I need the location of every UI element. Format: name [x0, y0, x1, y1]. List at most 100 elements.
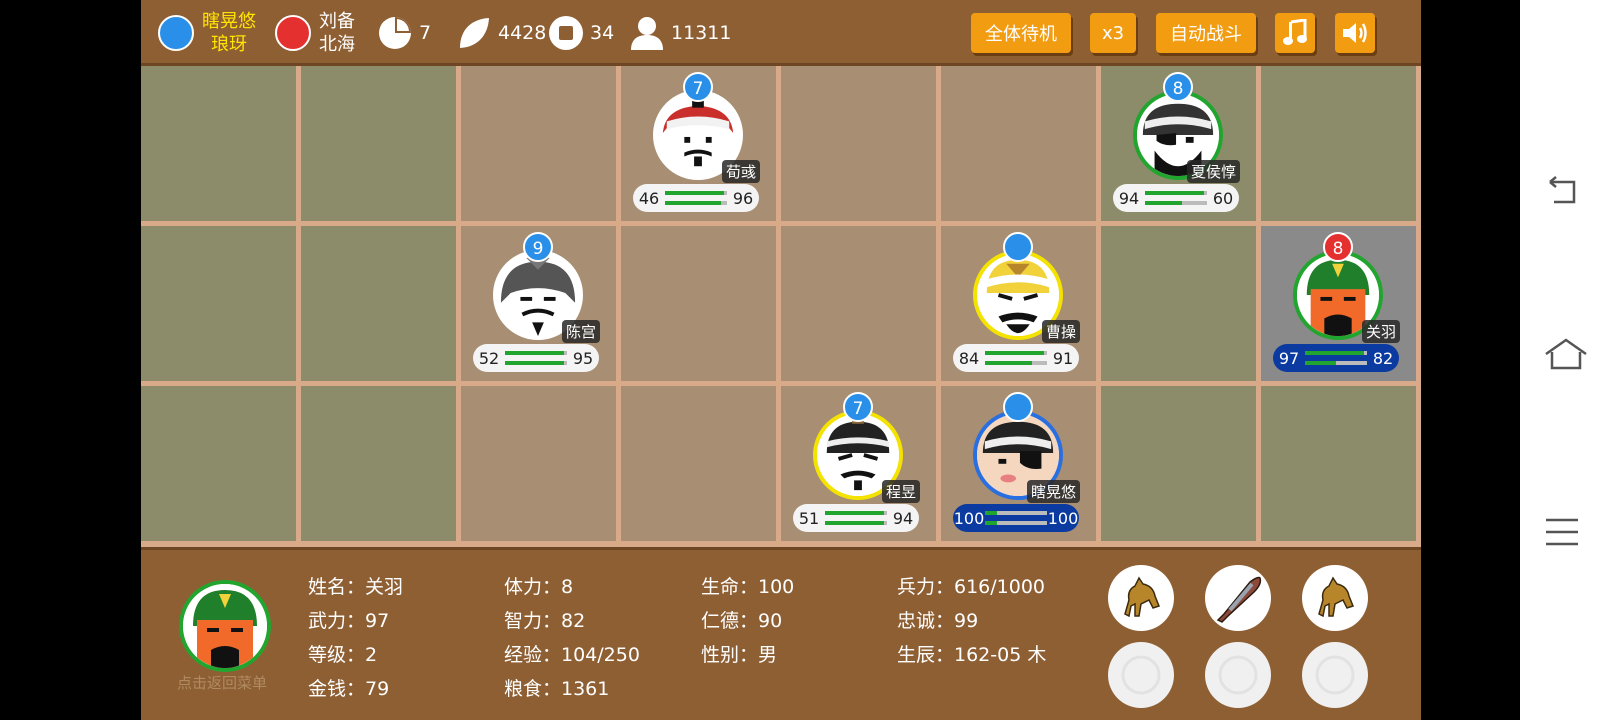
empty-slot-icon: [1218, 655, 1258, 695]
horse-icon: [1124, 576, 1160, 618]
board-cell[interactable]: [141, 66, 296, 221]
unit-6[interactable]: 7 程昱 51 94: [793, 392, 923, 537]
item-slot-horse[interactable]: [1108, 565, 1174, 631]
info-grain: 粮食：1361: [504, 678, 610, 700]
enemy-faction[interactable]: 刘备 北海: [275, 0, 355, 66]
item-slot-sword[interactable]: [1205, 565, 1271, 631]
coin-icon: [548, 15, 584, 51]
item-slot-empty-1[interactable]: [1108, 642, 1174, 708]
unit-stat-bar: 51 94: [793, 504, 919, 532]
unit-force-value: 100: [953, 508, 985, 528]
board-cell[interactable]: [141, 226, 296, 381]
speed-button[interactable]: x3: [1090, 13, 1136, 53]
unit-stat-bar: 97 82: [1273, 344, 1399, 372]
music-button[interactable]: [1275, 13, 1315, 53]
unit-mp-bar: [665, 201, 727, 205]
gold-value: 34: [590, 22, 615, 44]
unit-mp-bar: [985, 361, 1047, 365]
board-cell[interactable]: [781, 66, 936, 221]
board-cell[interactable]: [301, 66, 456, 221]
unit-5[interactable]: 8 关羽 97 82: [1273, 232, 1403, 377]
food-value: 4428: [498, 22, 547, 44]
unit-bars: [825, 511, 887, 525]
info-gender: 性别：男: [701, 644, 778, 666]
unit-bars: [505, 351, 567, 365]
unit-7[interactable]: 瞎晃悠 100 100: [953, 392, 1083, 537]
person-icon: [629, 15, 665, 51]
info-force: 武力：97: [308, 610, 390, 632]
unit-mp-bar: [825, 521, 887, 525]
recents-button[interactable]: [1544, 514, 1580, 550]
info-birth: 生辰：162-05 木: [897, 644, 1047, 666]
unit-force-value: 84: [958, 348, 980, 368]
unit-force-value: 46: [638, 188, 660, 208]
board-cell[interactable]: [621, 386, 776, 541]
sound-button[interactable]: [1335, 13, 1375, 53]
music-note-icon: [1283, 19, 1307, 45]
return-menu-hint[interactable]: 点击返回菜单: [177, 672, 267, 693]
selected-general-portrait[interactable]: [179, 580, 271, 672]
unit-mp-bar: [1305, 361, 1367, 365]
empty-slot-icon: [1315, 655, 1355, 695]
unit-1[interactable]: 7 荀彧 46 96: [633, 72, 763, 217]
auto-battle-button[interactable]: 自动战斗: [1156, 13, 1256, 53]
board-cell[interactable]: [1261, 386, 1416, 541]
battle-board: 7 荀彧 46 96 8 夏侯惇 94 60 9 陈宫 52 95 曹操 84 91 8 关羽 97 82 7 程昱 51…: [141, 66, 1421, 547]
board-cell[interactable]: [1261, 66, 1416, 221]
item-slot-empty-2[interactable]: [1205, 642, 1271, 708]
board-cell[interactable]: [1101, 386, 1256, 541]
board-cell[interactable]: [461, 66, 616, 221]
board-cell[interactable]: [301, 226, 456, 381]
unit-hp-bar: [1305, 351, 1367, 355]
info-troops: 兵力：616/1000: [897, 576, 1046, 598]
gold-stat: 34: [548, 0, 614, 66]
home-button[interactable]: [1544, 336, 1587, 372]
info-loyalty: 忠诚：99: [897, 610, 979, 632]
info-experience: 经验：104/250: [504, 644, 640, 666]
unit-intel-value: 91: [1052, 348, 1074, 368]
unit-name-label: 陈宫: [561, 320, 600, 343]
unit-name-label: 夏侯惇: [1186, 160, 1240, 183]
unit-stat-bar: 46 96: [633, 184, 759, 212]
unit-level-badge: 8: [1323, 232, 1353, 262]
item-slot-horse-2[interactable]: [1302, 565, 1368, 631]
unit-level-badge: [1003, 392, 1033, 422]
unit-intel-value: 100: [1047, 508, 1079, 528]
unit-3[interactable]: 9 陈宫 52 95: [473, 232, 603, 377]
info-money: 金钱：79: [308, 678, 390, 700]
board-cell[interactable]: [461, 386, 616, 541]
unit-2[interactable]: 8 夏侯惇 94 60: [1113, 72, 1243, 217]
unit-bars: [1145, 191, 1207, 205]
player-faction-region: 琅玡: [211, 34, 247, 55]
unit-intel-value: 95: [572, 348, 594, 368]
unit-name-label: 瞎晃悠: [1026, 480, 1080, 503]
board-cell[interactable]: [781, 226, 936, 381]
unit-4[interactable]: 曹操 84 91: [953, 232, 1083, 377]
board-cell[interactable]: [301, 386, 456, 541]
home-icon: [1545, 338, 1587, 370]
unit-bars: [985, 351, 1047, 365]
unit-intel-value: 82: [1372, 348, 1394, 368]
food-stat: 4428: [456, 0, 546, 66]
board-cell[interactable]: [1101, 226, 1256, 381]
speaker-icon: [1343, 23, 1367, 43]
info-life: 生命：100: [701, 576, 795, 598]
player-faction[interactable]: 瞎晃悠 琅玡: [158, 0, 256, 66]
system-nav-bar: [1520, 0, 1600, 720]
population-value: 11311: [671, 22, 732, 44]
pie-chart-icon: [377, 15, 413, 51]
board-cell[interactable]: [941, 66, 1096, 221]
unit-name-label: 程昱: [881, 480, 920, 503]
menu-icon: [1546, 518, 1578, 546]
enemy-faction-leader: 刘备: [319, 11, 355, 32]
item-slot-empty-3[interactable]: [1302, 642, 1368, 708]
board-cell[interactable]: [141, 386, 296, 541]
unit-hp-bar: [505, 351, 567, 355]
board-cell[interactable]: [621, 226, 776, 381]
all-standby-button[interactable]: 全体待机: [971, 13, 1071, 53]
unit-name-label: 关羽: [1361, 320, 1400, 343]
unit-stat-bar: 52 95: [473, 344, 599, 372]
back-button[interactable]: [1544, 172, 1580, 208]
info-name: 姓名：关羽: [308, 576, 404, 598]
unit-force-value: 52: [478, 348, 500, 368]
